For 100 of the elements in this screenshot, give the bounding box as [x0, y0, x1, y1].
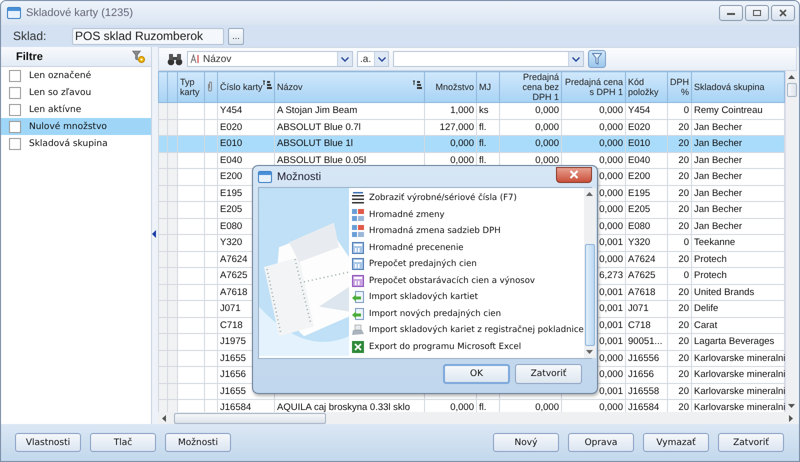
table-cell: J16584 — [220, 402, 252, 412]
table-cell: Jan Becher — [694, 220, 742, 232]
table-cell: J1655 — [220, 386, 246, 397]
sklad-field[interactable]: POS sklad Ruzomberok — [72, 28, 224, 44]
table-cell: Karlovarske mineralni — [694, 352, 786, 364]
column-header[interactable]: Názov — [274, 72, 424, 102]
table-cell: J1655 — [220, 352, 246, 364]
column-header[interactable]: Skladová skupina — [692, 72, 784, 102]
scroll-right-icon[interactable] — [789, 414, 793, 422]
checkbox[interactable] — [9, 86, 21, 98]
scroll-up-icon[interactable] — [586, 192, 594, 196]
column-header[interactable]: Číslo karty — [218, 72, 274, 102]
scroll-down-icon[interactable] — [788, 404, 795, 408]
table-cell: 20 — [678, 204, 689, 216]
table-cell: C718 — [220, 320, 243, 331]
calculator-icon — [352, 258, 364, 270]
scroll-thumb[interactable] — [174, 412, 326, 424]
column-header[interactable]: MJ — [476, 72, 500, 102]
table-cell: J16584 — [628, 402, 660, 412]
browse-button[interactable]: ... — [228, 28, 244, 44]
filter-item[interactable]: Nulové množstvo — [1, 118, 151, 135]
filter-button[interactable] — [588, 50, 606, 68]
checkbox[interactable] — [9, 120, 21, 132]
option-item[interactable]: Hromadné precenenie — [349, 240, 584, 256]
table-cell: Jan Becher — [694, 138, 742, 150]
filter-item[interactable]: Len aktívne — [1, 101, 151, 118]
option-item[interactable]: Import skladových kariet z registračnej pokladnice — [349, 322, 584, 338]
horizontal-scrollbar[interactable] — [158, 412, 797, 424]
option-item[interactable]: Import nových predajných cien — [349, 306, 584, 322]
printer-icon — [352, 324, 364, 336]
sort-icon[interactable] — [412, 80, 422, 90]
vertical-scrollbar[interactable] — [584, 188, 596, 358]
action-button[interactable]: Vymazať — [643, 433, 709, 452]
option-item[interactable]: Import skladových kartiet — [349, 289, 584, 306]
option-item[interactable]: Prepočet predajných cien — [349, 256, 584, 272]
filter-item[interactable]: Len so zľavou — [1, 84, 151, 101]
table-cell: Delife — [694, 303, 718, 314]
checkbox[interactable] — [9, 70, 21, 82]
table-cell: 0,000 — [599, 369, 623, 380]
filter-settings-icon[interactable] — [132, 50, 145, 63]
column-header[interactable]: DPH % — [668, 72, 692, 102]
scroll-left-icon[interactable] — [162, 414, 166, 422]
scroll-up-icon[interactable] — [788, 75, 795, 79]
option-item[interactable]: Export do programu Microsoft Excel — [349, 338, 584, 355]
minimize-button[interactable] — [719, 5, 743, 21]
action-button[interactable]: Tlač — [90, 433, 156, 452]
table-cell: J16558 — [628, 386, 660, 397]
close-button[interactable] — [556, 166, 592, 182]
option-item[interactable]: Zobraziť výrobné/sériové čísla (F7) — [349, 190, 584, 206]
filter-item[interactable]: Len označené — [1, 67, 151, 84]
table-cell: E040 — [628, 154, 650, 166]
column-header[interactable]: Množstvo — [424, 72, 476, 102]
table-cell: ks — [479, 105, 488, 116]
table-cell: J071 — [628, 303, 649, 314]
action-button[interactable]: Nový — [493, 433, 559, 452]
column-header[interactable]: Predajná cena s DPH 1 — [562, 72, 626, 102]
table-cell: fl. — [479, 154, 486, 166]
filter-title: Filtre — [16, 50, 43, 62]
checkbox[interactable] — [9, 104, 21, 116]
scroll-down-icon[interactable] — [586, 350, 594, 354]
table-cell: Jan Becher — [694, 204, 742, 216]
table-cell: 0,001 — [599, 237, 623, 248]
maximize-button[interactable] — [745, 5, 769, 21]
table-cell: 0,000 — [450, 402, 474, 412]
column-header[interactable] — [204, 72, 218, 102]
collapse-arrow-icon[interactable] — [152, 230, 156, 238]
action-button[interactable]: Zatvoriť — [718, 433, 784, 452]
column-header[interactable]: Predajná cena bez DPH 1 — [500, 72, 562, 102]
search-field[interactable] — [393, 51, 584, 67]
option-item[interactable]: Hromadné zmeny — [349, 206, 584, 223]
table-cell: 20 — [678, 369, 689, 380]
action-button[interactable]: Vlastnosti — [15, 433, 81, 452]
column-dropdown[interactable]: Názov — [187, 51, 353, 67]
column-header[interactable]: Typ karty — [178, 72, 204, 102]
table-cell: 0,000 — [599, 352, 623, 364]
filter-item[interactable]: Skladová skupina — [1, 135, 151, 152]
action-button[interactable]: Možnosti — [165, 433, 231, 452]
scroll-thumb[interactable] — [584, 244, 595, 346]
table-cell: E195 — [220, 188, 242, 199]
dialog-button[interactable]: OK — [443, 364, 510, 384]
vertical-scrollbar[interactable] — [785, 71, 797, 412]
close-button[interactable] — [771, 5, 795, 21]
binoculars-icon[interactable] — [167, 52, 183, 66]
column-header[interactable]: Kód položky — [626, 72, 668, 102]
table-cell: ABSOLUT Blue 0.7l — [277, 122, 361, 133]
dialog-button[interactable]: Zatvoriť — [515, 364, 582, 384]
table-cell: E205 — [628, 204, 650, 216]
table-cell: E010 — [220, 138, 242, 150]
sort-icon[interactable] — [262, 80, 272, 90]
option-item[interactable]: Prepočet obstarávacích cien a výnosov — [349, 272, 584, 289]
checkbox[interactable] — [9, 138, 21, 150]
table-cell: fl. — [479, 122, 486, 133]
mode-dropdown[interactable]: .a. — [357, 51, 389, 67]
table-cell: AQUILA caj broskyna 0.33l sklo — [277, 402, 410, 412]
table-cell: A7624 — [628, 254, 656, 265]
table-cell: 0,001 — [599, 336, 623, 348]
option-item[interactable]: Hromadná zmena sadzieb DPH — [349, 223, 584, 240]
action-button[interactable]: Oprava — [568, 433, 634, 452]
table-cell: Protech — [694, 270, 727, 282]
scroll-thumb[interactable] — [786, 83, 796, 97]
